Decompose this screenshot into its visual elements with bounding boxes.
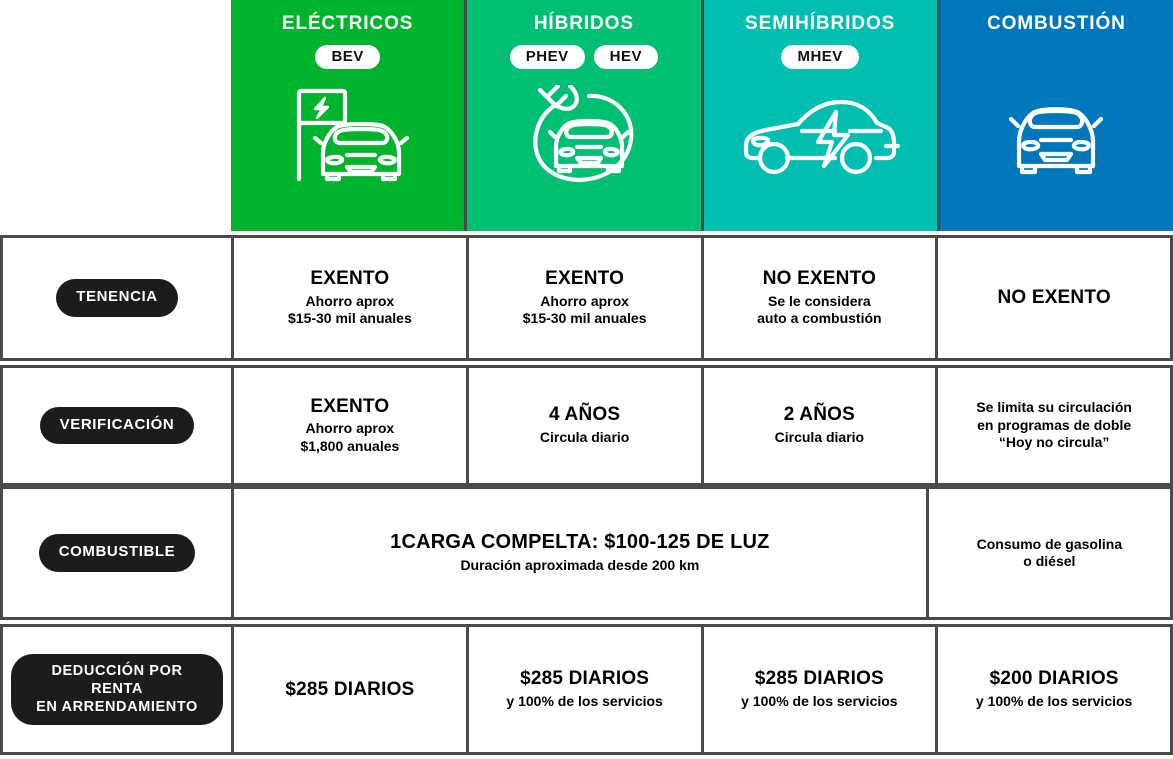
table-row-deduccion: DEDUCCIÓN POR RENTA EN ARRENDAMIENTO $28…: [0, 624, 1173, 755]
table-body: TENENCIA EXENTO Ahorro aprox $15-30 mil …: [0, 231, 1173, 759]
badge-hev: HEV: [593, 44, 658, 69]
charging-station-car-icon: [285, 84, 411, 184]
sub-line: $15-30 mil anuales: [288, 310, 412, 327]
cell-sub-text: Consumo de gasolina o diésel: [977, 536, 1122, 571]
cell-verificacion-hibridos: 4 AÑOS Circula diario: [465, 368, 701, 483]
header-badges-hibridos: PHEV HEV: [509, 44, 658, 70]
cell-verificacion-combustion: Se limita su circulación en programas de…: [935, 368, 1173, 483]
cell-verificacion-semihibridos: 2 AÑOS Circula diario: [700, 368, 936, 483]
table-header: ELÉCTRICOS BEV HÍBRIDOS PHEV HEV SEMIHÍB…: [0, 0, 1173, 231]
sub-line: Ahorro aprox: [305, 292, 395, 309]
sub-line: en programas de doble: [977, 416, 1132, 433]
cell-main-text: 4 AÑOS: [549, 404, 621, 426]
header-column-semihibridos: SEMIHÍBRIDOS MHEV: [703, 0, 940, 231]
row-label-line: EN ARRENDAMIENTO: [36, 699, 198, 716]
row-label-combustible: COMBUSTIBLE: [38, 534, 196, 572]
cell-sub-text: Ahorro aprox $15-30 mil anuales: [288, 293, 412, 328]
row-label-line: DEDUCCIÓN POR RENTA: [51, 662, 183, 697]
table-row-combustible: COMBUSTIBLE 1CARGA COMPELTA: $100-125 DE…: [0, 486, 1173, 620]
header-corner-spacer: [0, 0, 231, 231]
cell-tenencia-combustion: NO EXENTO: [935, 238, 1173, 358]
sub-line: Circula diario: [774, 429, 865, 446]
sub-line: Circula diario: [539, 429, 630, 446]
cell-sub-text: Ahorro aprox $1,800 anuales: [300, 420, 399, 455]
sub-line: $1,800 anuales: [300, 437, 400, 454]
header-column-hibridos: HÍBRIDOS PHEV HEV: [467, 0, 704, 231]
cell-main-text: $285 DIARIOS: [754, 668, 884, 690]
cell-main-text: EXENTO: [545, 268, 625, 290]
cell-sub-text: y 100% de los servicios: [506, 693, 662, 711]
cell-main-text: $285 DIARIOS: [285, 678, 415, 700]
header-title-electricos: ELÉCTRICOS: [281, 13, 414, 34]
sub-line: Se le considera: [768, 292, 871, 309]
row-label-deduccion: DEDUCCIÓN POR RENTA EN ARRENDAMIENTO: [11, 653, 223, 726]
sub-line: Se limita su circulación: [976, 399, 1132, 416]
cell-main-text: EXENTO: [310, 268, 390, 290]
sub-line: Consumo de gasolina: [976, 535, 1123, 552]
car-side-bolt-icon: [740, 84, 901, 184]
sub-line: Duración aproximada desde 200 km: [460, 557, 700, 574]
cell-main-text: $200 DIARIOS: [989, 668, 1119, 690]
cell-tenencia-semihibridos: NO EXENTO Se le considera auto a combust…: [700, 238, 936, 358]
cell-main-text: 1CARGA COMPELTA: $100-125 DE LUZ: [390, 531, 770, 554]
car-front-icon: [994, 84, 1118, 184]
cell-main-text: NO EXENTO: [762, 268, 877, 290]
cell-main-text: NO EXENTO: [997, 287, 1111, 309]
header-title-semihibridos: SEMIHÍBRIDOS: [745, 13, 896, 34]
cell-main-text: $285 DIARIOS: [520, 668, 650, 690]
sub-line: “Hoy no circula”: [998, 434, 1110, 451]
cell-sub-text: y 100% de los servicios: [741, 693, 897, 711]
header-title-hibridos: HÍBRIDOS: [533, 13, 634, 34]
header-badges-electricos: BEV: [315, 44, 380, 70]
cell-main-text: EXENTO: [310, 395, 390, 417]
row-label-cell-tenencia: TENENCIA: [0, 238, 231, 358]
sub-line: Ahorro aprox: [540, 292, 629, 309]
badge-mhev: MHEV: [781, 44, 859, 69]
table-row-verificacion: VERIFICACIÓN EXENTO Ahorro aprox $1,800 …: [0, 365, 1173, 486]
cell-sub-text: Se le considera auto a combustión: [757, 293, 881, 328]
badge-phev: PHEV: [509, 44, 585, 69]
cell-sub-text: Circula diario: [775, 429, 864, 447]
cell-main-text: 2 AÑOS: [783, 404, 855, 426]
badge-bev: BEV: [315, 44, 380, 69]
comparison-table: ELÉCTRICOS BEV HÍBRIDOS PHEV HEV SEMIHÍB…: [0, 0, 1173, 759]
sub-line: auto a combustión: [757, 310, 882, 327]
plug-circle-car-icon: [525, 84, 643, 184]
sub-line: $15-30 mil anuales: [522, 310, 647, 327]
cell-deduccion-electricos: $285 DIARIOS: [231, 627, 466, 752]
cell-sub-text: Se limita su circulación en programas de…: [976, 399, 1132, 452]
cell-deduccion-semihibridos: $285 DIARIOS y 100% de los servicios: [700, 627, 936, 752]
row-label-tenencia: TENENCIA: [56, 279, 178, 317]
table-row-tenencia: TENENCIA EXENTO Ahorro aprox $15-30 mil …: [0, 235, 1173, 361]
cell-verificacion-electricos: EXENTO Ahorro aprox $1,800 anuales: [231, 368, 466, 483]
sub-line: y 100% de los servicios: [741, 693, 898, 710]
header-column-combustion: COMBUSTIÓN: [939, 0, 1173, 231]
sub-line: o diésel: [1023, 553, 1076, 569]
header-column-electricos: ELÉCTRICOS BEV: [231, 0, 468, 231]
cell-deduccion-hibridos: $285 DIARIOS y 100% de los servicios: [465, 627, 701, 752]
cell-sub-text: y 100% de los servicios: [976, 693, 1132, 711]
header-badges-semihibridos: MHEV: [781, 44, 859, 70]
row-label-cell-verificacion: VERIFICACIÓN: [0, 368, 231, 483]
cell-deduccion-combustion: $200 DIARIOS y 100% de los servicios: [935, 627, 1173, 752]
sub-line: y 100% de los servicios: [506, 693, 663, 710]
sub-line: Ahorro aprox: [305, 420, 395, 437]
row-label-cell-deduccion: DEDUCCIÓN POR RENTA EN ARRENDAMIENTO: [0, 627, 231, 752]
cell-combustible-electricos-hibridos-semihibridos: 1CARGA COMPELTA: $100-125 DE LUZ Duració…: [231, 489, 926, 617]
cell-combustible-combustion: Consumo de gasolina o diésel: [925, 489, 1173, 617]
cell-sub-text: Circula diario: [540, 429, 629, 447]
cell-sub-text: Duración aproximada desde 200 km: [460, 557, 699, 575]
row-label-cell-combustible: COMBUSTIBLE: [0, 489, 231, 617]
cell-tenencia-electricos: EXENTO Ahorro aprox $15-30 mil anuales: [231, 238, 466, 358]
header-title-combustion: COMBUSTIÓN: [986, 13, 1126, 34]
row-label-verificacion: VERIFICACIÓN: [39, 406, 195, 445]
cell-sub-text: Ahorro aprox $15-30 mil anuales: [523, 293, 647, 328]
sub-line: y 100% de los servicios: [975, 693, 1133, 710]
cell-tenencia-hibridos: EXENTO Ahorro aprox $15-30 mil anuales: [465, 238, 701, 358]
